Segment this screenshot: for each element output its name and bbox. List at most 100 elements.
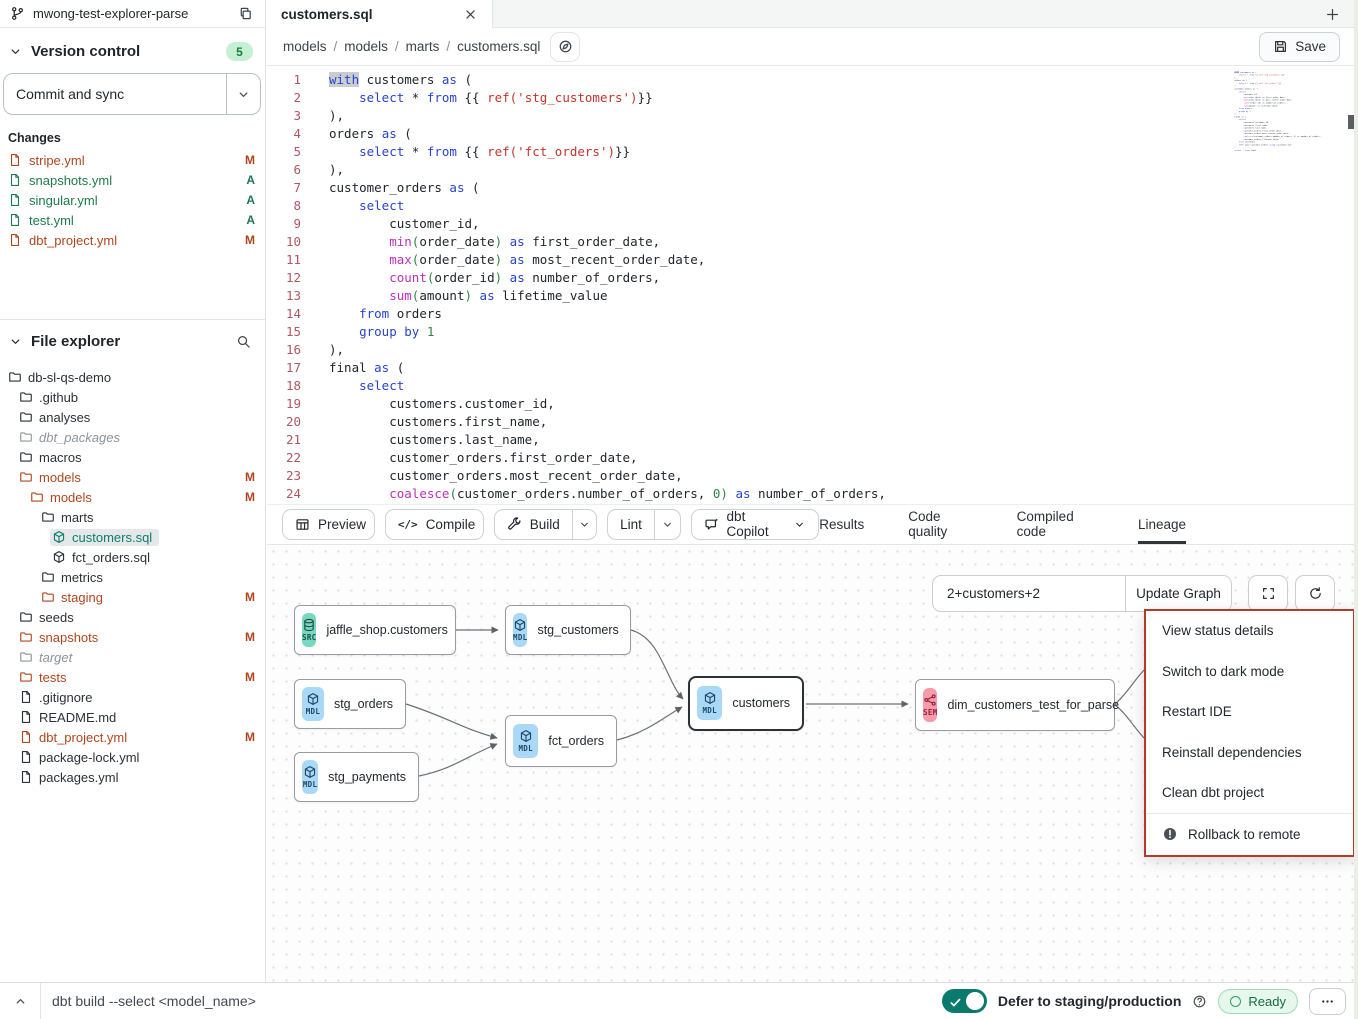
tree-item-metrics[interactable]: metrics [0,567,265,587]
commit-and-sync-button[interactable]: Commit and sync [3,73,261,115]
change-file-stripe.yml[interactable]: stripe.ymlM [0,150,265,170]
command-bar-expand-button[interactable] [0,983,41,1019]
code-line[interactable]: 20 customers.first_name, [267,413,1358,431]
tree-item-fct_orders.sql[interactable]: fct_orders.sql [0,547,265,567]
code-area[interactable]: 1with customers as (2 select * from {{ r… [267,66,1358,504]
code-line[interactable]: 14 from orders [267,305,1358,323]
fullscreen-graph-button[interactable] [1248,575,1288,612]
code-line[interactable]: 11 max(order_date) as most_recent_order_… [267,251,1358,269]
menu-item-switch-to-dark-mode[interactable]: Switch to dark mode [1146,651,1353,692]
branch-selector[interactable]: mwong-test-explorer-parse [0,0,265,28]
tree-item-.github[interactable]: .github [0,387,265,407]
code-line[interactable]: 13 sum(amount) as lifetime_value [267,287,1358,305]
code-line[interactable]: 8 select [267,197,1358,215]
code-line[interactable]: 10 min(order_date) as first_order_date, [267,233,1358,251]
tree-item-package-lock.yml[interactable]: package-lock.yml [0,747,265,767]
tree-item-customers.sql[interactable]: customers.sql [0,527,265,547]
breadcrumb-segment[interactable]: marts [406,39,440,54]
code-line[interactable]: 19 customers.customer_id, [267,395,1358,413]
lineage-node-customers[interactable]: MDLcustomers [688,676,804,731]
lineage-canvas[interactable]: SRCjaffle_shop.customers MDLstg_customers… [267,545,1358,983]
tree-item-.gitignore[interactable]: .gitignore [0,687,265,707]
menu-item-reinstall-dependencies[interactable]: Reinstall dependencies [1146,732,1353,773]
commit-options-caret[interactable] [226,74,260,114]
file-search-button[interactable] [236,334,251,349]
tab-results[interactable]: Results [819,505,864,544]
lineage-node-stg_orders[interactable]: MDLstg_orders [294,679,406,729]
tree-item-macros[interactable]: macros [0,447,265,467]
code-line[interactable]: 16), [267,341,1358,359]
tree-item-dbt_packages[interactable]: dbt_packages [0,427,265,447]
tree-item-README.md[interactable]: README.md [0,707,265,727]
lineage-node-stg_customers[interactable]: MDLstg_customers [505,605,631,655]
tree-item-db-sl-qs-demo[interactable]: db-sl-qs-demo [0,367,265,387]
tree-item-target[interactable]: target [0,647,265,667]
preview-button[interactable]: Preview [282,509,375,540]
tree-item-models[interactable]: modelsM [0,487,265,507]
code-line[interactable]: 24 coalesce(customer_orders.number_of_or… [267,485,1358,503]
lineage-node-jaffle_shop_customers[interactable]: SRCjaffle_shop.customers [294,605,456,655]
tab-code-quality[interactable]: Code quality [908,505,972,544]
menu-item-rollback-to-remote[interactable]: Rollback to remote [1146,814,1353,855]
tree-item-snapshots[interactable]: snapshotsM [0,627,265,647]
code-line[interactable]: 17final as ( [267,359,1358,377]
lineage-node-stg_payments[interactable]: MDLstg_payments [294,752,419,802]
code-line[interactable]: 15 group by 1 [267,323,1358,341]
code-line[interactable]: 4orders as ( [267,125,1358,143]
dbt-copilot-button[interactable]: dbt Copilot [691,509,820,540]
lineage-node-dim_customers_test_for_parse[interactable]: SEMdim_customers_test_for_parse [915,679,1115,731]
tree-item-models[interactable]: modelsM [0,467,265,487]
status-badge[interactable]: Ready [1218,989,1298,1014]
menu-item-clean-dbt-project[interactable]: Clean dbt project [1146,773,1353,814]
code-line[interactable]: 5 select * from {{ ref('fct_orders')}} [267,143,1358,161]
explore-lineage-button[interactable] [550,32,580,62]
breadcrumb-segment[interactable]: customers.sql [457,39,540,54]
change-file-singular.yml[interactable]: singular.ymlA [0,190,265,210]
code-editor[interactable]: 1with customers as (2 select * from {{ r… [267,66,1358,504]
copy-branch-button[interactable] [238,6,253,21]
change-file-dbt_project.yml[interactable]: dbt_project.ymlM [0,230,265,250]
tab-lineage[interactable]: Lineage [1138,505,1186,544]
build-options-caret[interactable] [572,510,596,539]
close-tab-button[interactable] [463,7,478,22]
breadcrumb-segment[interactable]: models [283,39,327,54]
lineage-node-fct_orders[interactable]: MDLfct_orders [505,715,617,767]
code-line[interactable]: 1with customers as ( [267,71,1358,89]
menu-item-restart-ide[interactable]: Restart IDE [1146,692,1353,733]
save-button[interactable]: Save [1259,32,1340,62]
update-graph-button[interactable]: Update Graph [1125,576,1231,611]
help-icon[interactable] [1192,994,1207,1009]
more-options-button[interactable] [1309,988,1346,1015]
code-line[interactable]: 12 count(order_id) as number_of_orders, [267,269,1358,287]
defer-toggle[interactable] [942,989,987,1013]
code-line[interactable]: 22 customer_orders.first_order_date, [267,449,1358,467]
build-button[interactable]: Build [494,509,597,540]
compile-button[interactable]: </>Compile [385,509,484,540]
lint-options-caret[interactable] [654,510,680,539]
code-line[interactable]: 21 customers.last_name, [267,431,1358,449]
tree-item-staging[interactable]: stagingM [0,587,265,607]
tree-item-seeds[interactable]: seeds [0,607,265,627]
tab-compiled-code[interactable]: Compiled code [1017,505,1094,544]
code-line[interactable]: 6), [267,161,1358,179]
code-line[interactable]: 7customer_orders as ( [267,179,1358,197]
tree-item-tests[interactable]: testsM [0,667,265,687]
code-line[interactable]: 25 customer_orders.lifetime_value [267,503,1358,504]
code-line[interactable]: 18 select [267,377,1358,395]
breadcrumb-segment[interactable]: models [344,39,388,54]
code-line[interactable]: 2 select * from {{ ref('stg_customers')}… [267,89,1358,107]
refresh-graph-button[interactable] [1295,575,1335,612]
tree-item-marts[interactable]: marts [0,507,265,527]
code-line[interactable]: 9 customer_id, [267,215,1358,233]
command-input[interactable]: dbt build --select <model_name> [41,993,256,1009]
tree-item-dbt_project.yml[interactable]: dbt_project.ymlM [0,727,265,747]
code-line[interactable]: 3), [267,107,1358,125]
code-line[interactable]: 23 customer_orders.most_recent_order_dat… [267,467,1358,485]
new-tab-button[interactable] [1325,0,1340,28]
change-file-test.yml[interactable]: test.ymlA [0,210,265,230]
tab-customers-sql[interactable]: customers.sql [267,0,493,28]
lint-button[interactable]: Lint [607,509,680,540]
menu-item-view-status-details[interactable]: View status details [1146,611,1353,652]
lineage-selector-input[interactable] [933,576,1125,611]
tree-item-analyses[interactable]: analyses [0,407,265,427]
